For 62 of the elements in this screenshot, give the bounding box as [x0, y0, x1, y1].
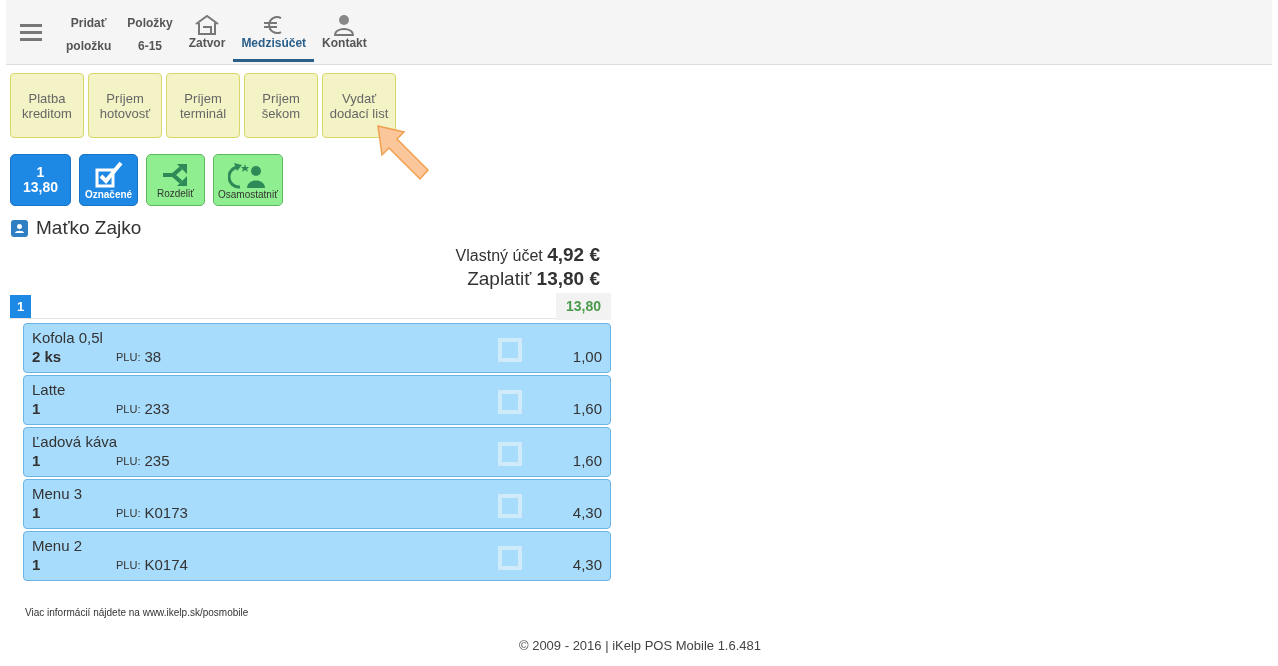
item-quantity: 1	[32, 450, 42, 471]
plu-label: PLU:	[116, 349, 141, 365]
nav-tab[interactable]: Pridať položku	[58, 6, 120, 62]
item-price: 4,30	[571, 502, 602, 523]
payment-button[interactable]: Príjem šekom	[244, 73, 318, 138]
plu-code: 38	[144, 346, 162, 367]
house-icon	[194, 13, 221, 36]
payment-button[interactable]: Príjem terminál	[166, 73, 240, 138]
group-sum: 13,80	[555, 293, 611, 321]
item-name: Menu 3	[32, 483, 83, 504]
nav-tab[interactable]: Zatvor	[180, 6, 234, 62]
plu-label: PLU:	[116, 401, 141, 417]
order-item[interactable]: Latte 1 PLU: 233 1,60	[23, 374, 611, 425]
order-item[interactable]: Kofola 0,5l 2 ks PLU: 38 1,00	[23, 322, 611, 373]
item-price: 4,30	[571, 554, 602, 575]
action-button[interactable]: Označené	[79, 154, 138, 206]
nav-tab[interactable]: Medzisúčet	[233, 6, 315, 62]
action-button[interactable]: Osamostatniť	[213, 154, 283, 206]
payment-button[interactable]: Príjem hotovosť	[88, 73, 162, 138]
order-item[interactable]: Ľadová káva 1 PLU: 235 1,60	[23, 426, 611, 477]
nav-tab[interactable]: Kontakt	[314, 6, 375, 62]
plu-code: 233	[144, 398, 170, 419]
person-icon	[332, 13, 357, 36]
person-star-icon	[227, 160, 268, 189]
plu-label: PLU:	[116, 453, 141, 469]
item-name: Ľadová káva	[32, 431, 118, 452]
item-checkbox[interactable]	[498, 546, 522, 571]
count-button[interactable]: 1 13,80	[10, 154, 71, 206]
item-quantity: 1	[32, 502, 42, 523]
payment-button[interactable]: Vydať dodací list	[322, 73, 396, 138]
contact-icon	[11, 219, 28, 237]
item-name: Menu 2	[32, 535, 83, 556]
item-checkbox[interactable]	[498, 390, 522, 415]
item-name: Kofola 0,5l	[32, 327, 103, 348]
item-quantity: 1	[32, 398, 42, 419]
group-number: 1	[10, 295, 31, 319]
item-price: 1,60	[571, 398, 602, 419]
item-checkbox[interactable]	[498, 442, 522, 467]
plu-code: 235	[144, 450, 170, 471]
plu-code: K0173	[144, 502, 188, 523]
item-quantity: 2 ks	[32, 346, 63, 367]
nav-tab[interactable]: Položky 6-15	[119, 6, 181, 62]
order-item[interactable]: Menu 2 1 PLU: K0174 4,30	[23, 530, 611, 581]
footer-text: © 2009 - 2016 | iKelp POS Mobile 1.6.481	[518, 637, 762, 653]
item-price: 1,60	[571, 450, 602, 471]
item-quantity: 1	[32, 554, 42, 575]
action-button[interactable]: Rozdeliť	[146, 154, 205, 206]
item-checkbox[interactable]	[498, 338, 522, 363]
item-name: Latte	[32, 379, 66, 400]
checkbox-icon	[93, 160, 124, 189]
total-line: Zaplatiť 13,80 €	[466, 267, 600, 292]
total-line: Vlastný účet 4,92 €	[454, 242, 600, 267]
plu-label: PLU:	[116, 505, 141, 521]
customer-name: Maťko Zajko	[36, 216, 142, 240]
item-checkbox[interactable]	[498, 494, 522, 519]
info-link[interactable]: www.ikelp.sk/posmobile	[142, 606, 249, 618]
order-item[interactable]: Menu 3 1 PLU: K0173 4,30	[23, 478, 611, 529]
item-price: 1,00	[571, 346, 602, 367]
info-text: Viac informácií nájdete na	[25, 606, 140, 618]
plu-label: PLU:	[116, 557, 141, 573]
payment-button[interactable]: Platba kreditom	[10, 73, 84, 138]
plu-code: K0174	[144, 554, 188, 575]
